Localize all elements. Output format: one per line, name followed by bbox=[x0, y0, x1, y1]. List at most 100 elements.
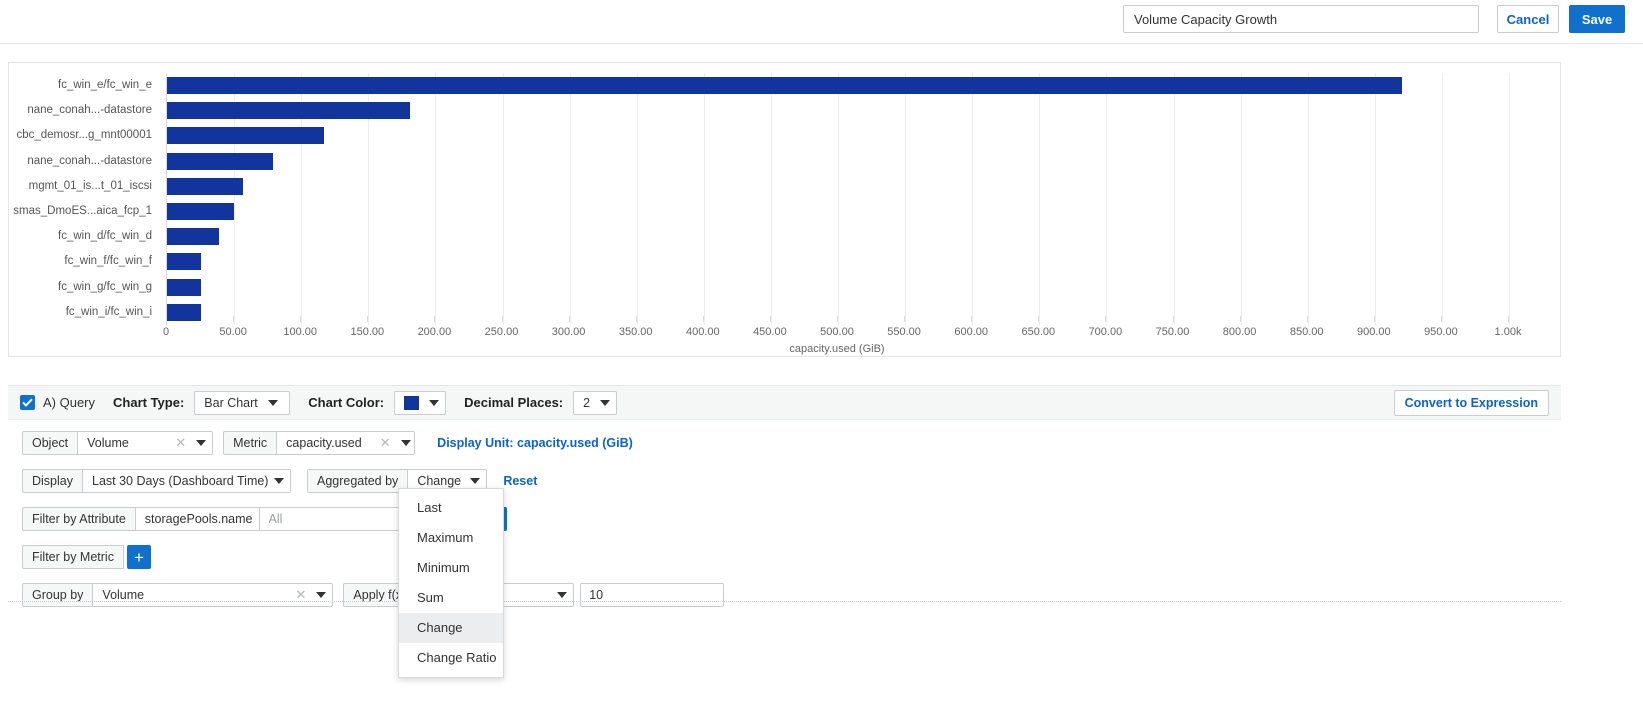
query-toolbar: A) Query Chart Type: Bar Chart Chart Col… bbox=[8, 385, 1561, 420]
dropdown-item-change-ratio[interactable]: Change Ratio bbox=[399, 643, 503, 673]
chart-tick-mark bbox=[569, 316, 570, 322]
color-swatch bbox=[404, 396, 419, 410]
chart-panel: fc_win_e/fc_win_e nane_conah...-datastore… bbox=[8, 62, 1561, 357]
chart-bar-row bbox=[167, 149, 1509, 174]
chevron-down-icon bbox=[401, 440, 411, 446]
chart-tick-mark bbox=[1441, 316, 1442, 322]
chart-bar[interactable] bbox=[167, 203, 234, 220]
header-divider bbox=[0, 43, 1643, 44]
chart-bar[interactable] bbox=[167, 102, 410, 119]
query-enabled-checkbox[interactable] bbox=[20, 395, 35, 410]
chart-x-axis-ticks: 050.00100.00150.00200.00250.00300.00350.… bbox=[166, 326, 1508, 344]
section-divider bbox=[8, 601, 1561, 602]
chart-tick-mark bbox=[166, 316, 167, 322]
group-by-select[interactable]: Volume ✕ bbox=[93, 583, 333, 607]
chart-bar[interactable] bbox=[167, 153, 273, 170]
chart-y-axis-labels: fc_win_e/fc_win_e nane_conah...-datastore… bbox=[9, 73, 159, 325]
chart-x-tick-label: 0 bbox=[163, 326, 169, 338]
chart-tick-mark bbox=[1240, 316, 1241, 322]
chart-gridline bbox=[1509, 73, 1510, 325]
query-body: Object Volume ✕ Metric capacity.used ✕ D… bbox=[8, 428, 1561, 618]
filter-attribute-field[interactable]: storagePools.name bbox=[136, 507, 260, 531]
chevron-down-icon bbox=[274, 478, 284, 484]
save-button[interactable]: Save bbox=[1569, 5, 1625, 33]
chart-tick-mark bbox=[770, 316, 771, 322]
object-select[interactable]: Volume ✕ bbox=[78, 431, 213, 455]
chart-bar-row bbox=[167, 174, 1509, 199]
chart-x-tick-label: 500.00 bbox=[820, 326, 854, 338]
chart-y-axis-label: fc_win_g/fc_win_g bbox=[9, 275, 159, 300]
chart-tick-mark bbox=[837, 316, 838, 322]
display-unit-link[interactable]: Display Unit: capacity.used (GiB) bbox=[437, 436, 633, 450]
clear-icon[interactable]: ✕ bbox=[362, 435, 391, 451]
dropdown-item-sum[interactable]: Sum bbox=[399, 583, 503, 613]
dropdown-item-minimum[interactable]: Minimum bbox=[399, 553, 503, 583]
chart-bar[interactable] bbox=[167, 228, 219, 245]
metric-select[interactable]: capacity.used ✕ bbox=[277, 431, 415, 455]
chart-bar-row bbox=[167, 224, 1509, 249]
apply-fx-count-input[interactable] bbox=[580, 583, 724, 607]
chevron-down-icon bbox=[470, 478, 480, 484]
chart-y-axis-label: fc_win_e/fc_win_e bbox=[9, 73, 159, 98]
chart-x-tick-label: 900.00 bbox=[1357, 326, 1391, 338]
chart-bar[interactable] bbox=[167, 253, 201, 270]
chart-bar-row bbox=[167, 98, 1509, 123]
chart-bar[interactable] bbox=[167, 77, 1402, 94]
chevron-down-icon bbox=[557, 592, 567, 598]
reset-link[interactable]: Reset bbox=[503, 474, 537, 488]
chart-bar[interactable] bbox=[167, 178, 243, 195]
chart-tick-mark bbox=[502, 316, 503, 322]
dropdown-item-maximum[interactable]: Maximum bbox=[399, 523, 503, 553]
chart-type-value: Bar Chart bbox=[204, 396, 258, 410]
add-metric-filter-button[interactable]: + bbox=[127, 545, 151, 569]
chart-y-axis-label: fc_win_f/fc_win_f bbox=[9, 249, 159, 274]
chart-y-axis-label: fc_win_i/fc_win_i bbox=[9, 300, 159, 325]
decimal-places-label: Decimal Places: bbox=[464, 395, 563, 410]
chart-plot-area bbox=[166, 73, 1508, 325]
filter-by-metric-row: Filter by Metric + bbox=[8, 542, 1561, 572]
group-by-row: Group by Volume ✕ Apply f(x) bbox=[8, 580, 1561, 610]
metric-value: capacity.used bbox=[286, 436, 362, 450]
chart-type-select[interactable]: Bar Chart bbox=[194, 391, 290, 415]
chart-color-select[interactable] bbox=[394, 391, 446, 415]
cancel-button[interactable]: Cancel bbox=[1497, 5, 1559, 33]
clear-icon[interactable]: ✕ bbox=[157, 435, 186, 451]
convert-to-expression-button[interactable]: Convert to Expression bbox=[1394, 390, 1549, 416]
aggregated-by-value: Change bbox=[417, 474, 461, 488]
chart-bar[interactable] bbox=[167, 127, 324, 144]
chart-tick-mark bbox=[367, 316, 368, 322]
chart-bar-row bbox=[167, 275, 1509, 300]
decimal-places-value: 2 bbox=[583, 396, 590, 410]
chart-x-tick-label: 350.00 bbox=[619, 326, 653, 338]
chart-y-axis-label: nane_conah...-datastore bbox=[9, 149, 159, 174]
chart-x-tick-label: 400.00 bbox=[686, 326, 720, 338]
dropdown-item-change[interactable]: Change bbox=[399, 613, 503, 643]
chart-tick-mark bbox=[1038, 316, 1039, 322]
object-label: Object bbox=[22, 431, 78, 455]
chevron-down-icon bbox=[268, 400, 278, 406]
object-value: Volume bbox=[87, 436, 129, 450]
chart-color-label: Chart Color: bbox=[308, 395, 384, 410]
chart-y-axis-label: mgmt_01_is...t_01_iscsi bbox=[9, 174, 159, 199]
dropdown-item-last[interactable]: Last bbox=[399, 493, 503, 523]
chart-bar-row bbox=[167, 123, 1509, 148]
decimal-places-select[interactable]: 2 bbox=[573, 391, 617, 415]
group-by-label: Group by bbox=[22, 583, 93, 607]
chart-tick-mark bbox=[300, 316, 301, 322]
aggregated-by-dropdown-menu: LastMaximumMinimumSumChangeChange Ratio bbox=[398, 488, 504, 678]
chart-tick-mark bbox=[233, 316, 234, 322]
display-period-select[interactable]: Last 30 Days (Dashboard Time) bbox=[83, 469, 291, 493]
chart-y-axis-label: cbc_demosr...g_mnt00001 bbox=[9, 123, 159, 148]
chart-x-tick-label: 250.00 bbox=[485, 326, 519, 338]
chart-x-tick-label: 850.00 bbox=[1290, 326, 1324, 338]
chart-bar[interactable] bbox=[167, 304, 201, 321]
chart-tick-mark bbox=[1508, 316, 1509, 322]
chart-tick-mark bbox=[1173, 316, 1174, 322]
chart-tick-mark bbox=[904, 316, 905, 322]
widget-title-input[interactable] bbox=[1123, 5, 1479, 33]
chart-x-tick-label: 650.00 bbox=[1021, 326, 1055, 338]
chart-tick-mark bbox=[636, 316, 637, 322]
chart-x-tick-label: 950.00 bbox=[1424, 326, 1458, 338]
chart-bar[interactable] bbox=[167, 279, 201, 296]
chart-x-tick-label: 550.00 bbox=[887, 326, 921, 338]
